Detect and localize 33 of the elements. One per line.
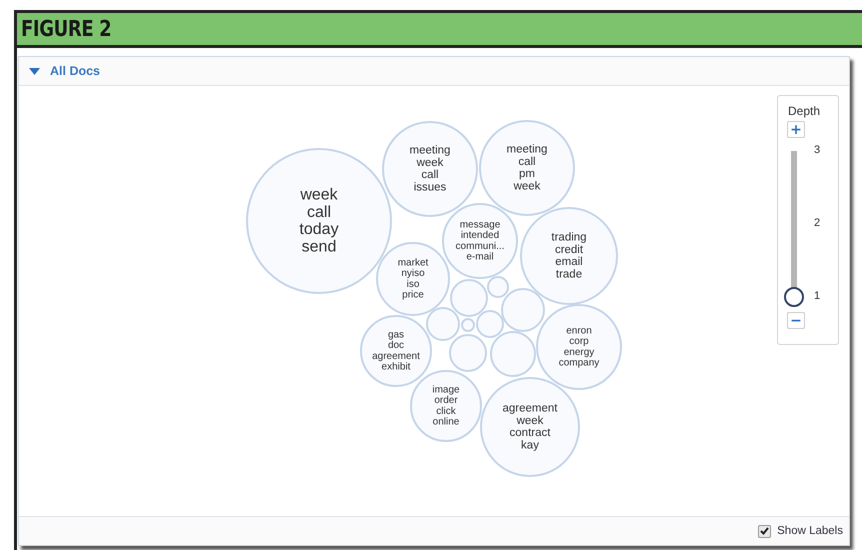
depth-title: Depth — [788, 104, 822, 118]
bubble[interactable] — [246, 148, 392, 294]
tick-label: 2 — [814, 217, 820, 229]
bubble-label: message intended communi... e-mail — [456, 219, 504, 263]
bubble[interactable] — [382, 121, 478, 217]
bubble-label: market nyiso iso price — [398, 257, 428, 301]
bubble-label: meeting week call issues — [410, 144, 450, 194]
bubble-label: meeting call pm week — [506, 143, 548, 193]
zoom-out-button[interactable]: − — [787, 312, 805, 329]
caret-icon[interactable] — [29, 68, 40, 74]
panel-title[interactable]: All Docs — [50, 64, 100, 78]
bubble[interactable] — [376, 242, 450, 316]
zoom-in-button[interactable]: + — [787, 121, 805, 138]
bubble[interactable] — [520, 207, 618, 305]
figure-title: FIGURE 2 — [21, 16, 112, 42]
tick-label: 1 — [814, 290, 820, 302]
bubble[interactable] — [442, 203, 518, 279]
bubble[interactable] — [360, 315, 432, 387]
panel-header[interactable]: All Docs — [19, 57, 849, 86]
bubble-label: trading credit email trade — [551, 231, 587, 281]
bubble[interactable] — [410, 370, 482, 442]
slider-thumb[interactable] — [784, 287, 804, 307]
bubble-label: week call today send — [299, 186, 339, 256]
bubble-label: image order click online — [432, 384, 460, 428]
bubble[interactable] — [536, 304, 622, 390]
bubble[interactable] — [480, 377, 580, 477]
bubble-label: agreement week contract kay — [502, 402, 558, 452]
bubble[interactable] — [479, 120, 575, 216]
tick-label: 3 — [814, 144, 820, 156]
bubble-label: gas doc agreement exhibit — [372, 329, 420, 373]
bubble-label: enron corp energy company — [558, 325, 600, 369]
checkbox[interactable] — [758, 524, 772, 538]
checkbox-label[interactable]: Show Labels — [777, 525, 843, 537]
